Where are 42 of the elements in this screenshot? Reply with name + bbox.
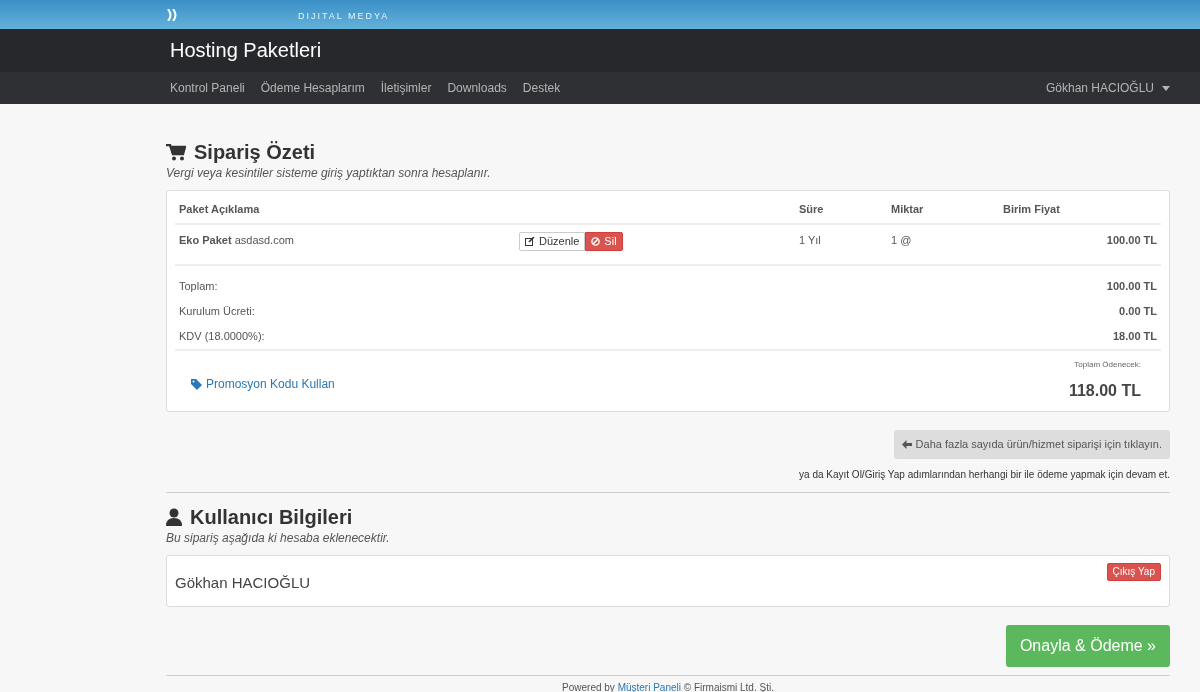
nav-link[interactable]: Kontrol Paneli	[170, 79, 245, 97]
grand-total-label: Toplam Ödenecek:	[1074, 359, 1141, 372]
promo-code-link[interactable]: Promosyon Kodu Kullan	[191, 375, 335, 394]
ban-icon	[591, 237, 601, 247]
section-title: Kullanıcı Bilgileri	[190, 504, 353, 529]
logout-button[interactable]: Çıkış Yap	[1106, 562, 1161, 581]
column-header: Süre	[799, 201, 825, 217]
nav-link[interactable]: İletişimler	[380, 79, 432, 97]
nav-link[interactable]: Destek	[522, 79, 561, 97]
arrow-left-icon	[901, 440, 912, 450]
continue-shopping-button[interactable]: Daha fazla sayıda ürün/hizmet siparişi için tıklayın.	[893, 430, 1170, 459]
column-header: Birim Fiyat	[1003, 201, 1061, 217]
product-description: Eko Paket asdasd.com	[179, 233, 295, 248]
edit-icon	[525, 237, 535, 247]
total-value: 100.00 TL	[1106, 279, 1157, 295]
delete-button[interactable]: Sil	[585, 232, 623, 252]
user-menu[interactable]: Gökhan HACIOĞLU	[1045, 79, 1170, 97]
account-name: Gökhan HACIOĞLU	[175, 572, 311, 593]
column-header: Miktar	[891, 201, 925, 217]
user-icon	[166, 507, 182, 526]
table-cell-text: 1 Yıl	[799, 233, 822, 248]
table-cell-text: 100.00 TL	[1105, 233, 1157, 248]
grand-total: 118.00 TL	[1068, 381, 1141, 402]
total-label: Kurulum Ücreti:	[179, 304, 255, 320]
nav-link[interactable]: Downloads	[447, 79, 507, 97]
column-header: Paket Açıklama	[179, 201, 261, 217]
table-cell-text: 1 @	[891, 233, 913, 248]
total-value: 18.00 TL	[1112, 329, 1157, 345]
section-title: Sipariş Özeti	[194, 140, 316, 164]
tag-icon	[191, 378, 202, 390]
page-title: Hosting Paketleri	[170, 38, 323, 63]
total-label: Toplam:	[179, 279, 218, 295]
edit-button[interactable]: Düzenle	[519, 232, 586, 252]
nav-link[interactable]: Ödeme Hesaplarım	[260, 79, 365, 97]
section-subtitle: Vergi veya kesintiler sisteme giriş yaptıktan sonra hesaplanır.	[166, 165, 492, 182]
total-value: 0.00 TL	[1119, 304, 1157, 320]
caret-icon	[1162, 85, 1170, 91]
section-subtitle: Bu sipariş aşağıda ki hesaba eklenecektir.	[166, 529, 391, 547]
continue-note: ya da Kayıt Ol/Giriş Yap adımlarından herhangi bir ile ödeme yapmak için devam et.	[799, 467, 1170, 482]
brand-tagline: DIJITAL MEDYA	[298, 12, 390, 21]
cart-icon	[166, 143, 186, 161]
total-label: KDV (18.0000%):	[179, 329, 265, 345]
